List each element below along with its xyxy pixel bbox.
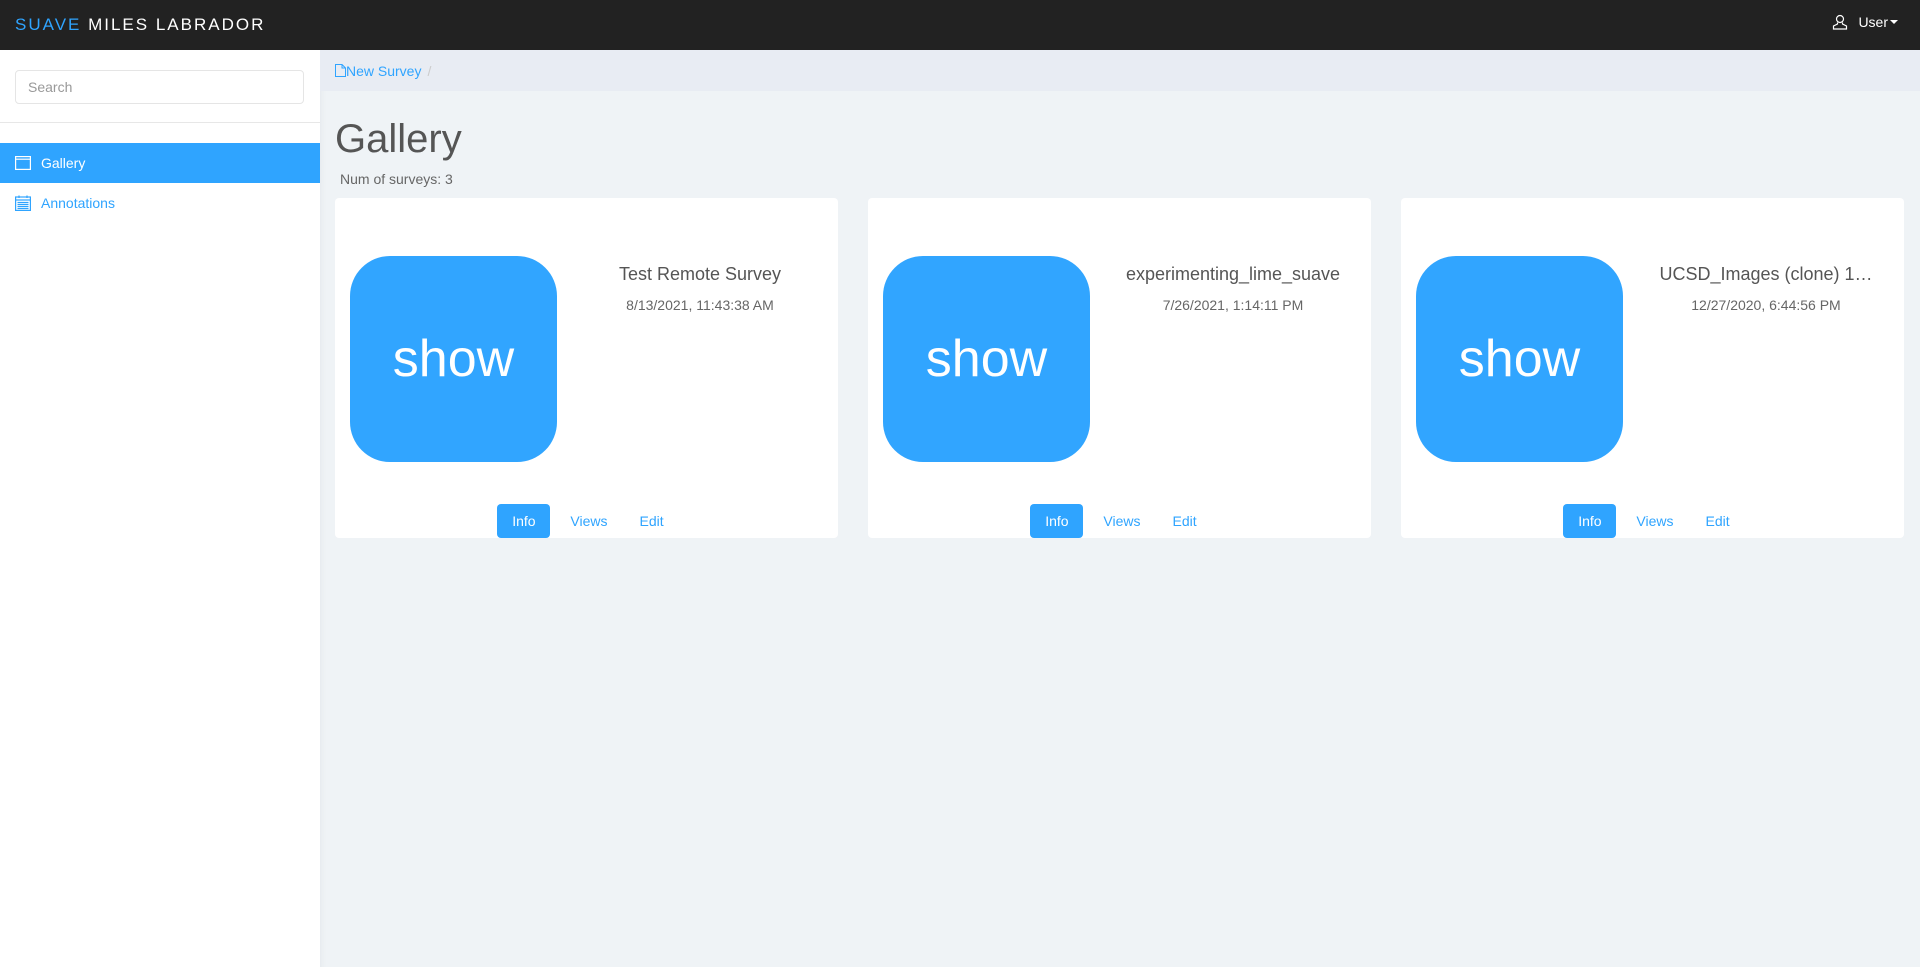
window-icon: [15, 156, 31, 170]
user-label: User: [1858, 14, 1888, 30]
survey-thumbnail[interactable]: show: [883, 256, 1090, 462]
file-icon: [335, 64, 346, 77]
sidebar-item-label: Annotations: [41, 195, 115, 211]
views-button[interactable]: Views: [1624, 504, 1685, 538]
brand-accent: SUAVE: [15, 15, 82, 34]
breadcrumb: New Survey /: [320, 50, 1920, 91]
calendar-icon: [15, 195, 31, 211]
search-input[interactable]: [15, 70, 304, 104]
views-button[interactable]: Views: [1091, 504, 1152, 538]
survey-date: 7/26/2021, 1:14:11 PM: [1162, 297, 1304, 313]
user-icon: [1833, 14, 1848, 30]
survey-thumbnail[interactable]: show: [350, 256, 557, 462]
card-actions: Info Views Edit: [335, 504, 838, 538]
sidebar-search: [0, 50, 320, 123]
info-button[interactable]: Info: [1030, 504, 1084, 538]
new-survey-label: New Survey: [346, 62, 422, 79]
survey-card: show Test Remote Survey 8/13/2021, 11:43…: [335, 198, 838, 538]
sidebar-item-label: Gallery: [41, 155, 86, 171]
edit-button[interactable]: Edit: [1693, 504, 1741, 538]
info-button[interactable]: Info: [497, 504, 551, 538]
survey-count: Num of surveys: 3: [340, 171, 453, 187]
sidebar: Gallery Annotations: [0, 50, 320, 967]
survey-date: 8/13/2021, 11:43:38 AM: [626, 297, 774, 313]
breadcrumb-separator: /: [427, 62, 432, 79]
edit-button[interactable]: Edit: [1160, 504, 1208, 538]
views-button[interactable]: Views: [558, 504, 619, 538]
info-button[interactable]: Info: [1563, 504, 1617, 538]
page-title: Gallery: [335, 117, 462, 161]
new-survey-link[interactable]: New Survey: [335, 63, 421, 79]
survey-date: 12/27/2020, 6:44:56 PM: [1691, 297, 1841, 313]
survey-thumbnail[interactable]: show: [1416, 256, 1623, 462]
card-actions: Info Views Edit: [1401, 504, 1904, 538]
top-navbar: SUAVE MILES LABRADOR User: [0, 0, 1920, 50]
sidebar-nav: Gallery Annotations: [0, 143, 320, 223]
survey-info: Test Remote Survey 8/13/2021, 11:43:38 A…: [575, 264, 825, 313]
caret-down-icon: [1890, 20, 1898, 24]
survey-gallery: show Test Remote Survey 8/13/2021, 11:43…: [335, 198, 1904, 538]
survey-info: experimenting_lime_suave 7/26/2021, 1:14…: [1108, 264, 1358, 313]
edit-button[interactable]: Edit: [627, 504, 675, 538]
sidebar-item-gallery[interactable]: Gallery: [0, 143, 320, 183]
main-content: New Survey / Gallery Num of surveys: 3 s…: [320, 50, 1920, 967]
brand-name: MILES LABRADOR: [81, 15, 266, 34]
survey-title: experimenting_lime_suave: [1125, 264, 1341, 284]
survey-card: show UCSD_Images (clone) 1… 12/27/2020, …: [1401, 198, 1904, 538]
card-actions: Info Views Edit: [868, 504, 1371, 538]
survey-info: UCSD_Images (clone) 1… 12/27/2020, 6:44:…: [1641, 264, 1891, 313]
brand-logo[interactable]: SUAVE MILES LABRADOR: [15, 15, 265, 35]
survey-title: Test Remote Survey: [618, 264, 782, 284]
sidebar-item-annotations[interactable]: Annotations: [0, 183, 320, 223]
user-menu-dropdown[interactable]: User: [1832, 14, 1898, 30]
survey-card: show experimenting_lime_suave 7/26/2021,…: [868, 198, 1371, 538]
survey-title: UCSD_Images (clone) 1…: [1659, 264, 1873, 284]
